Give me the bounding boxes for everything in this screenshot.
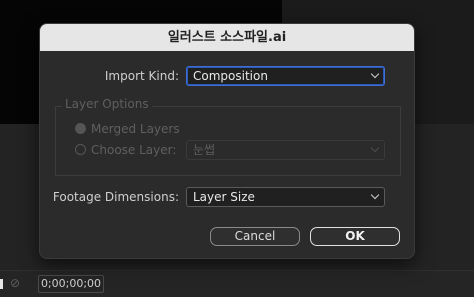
import-kind-dropdown[interactable]: Composition [186, 66, 385, 86]
import-dialog: 일러스트 소스파일.ai Import Kind: Composition La… [39, 23, 415, 259]
footage-dimensions-label: Footage Dimensions: [52, 190, 179, 204]
choose-layer-label: Choose Layer: [91, 143, 177, 157]
footage-dimensions-dropdown[interactable]: Layer Size [186, 187, 385, 207]
dialog-title: 일러스트 소스파일.ai [40, 24, 414, 51]
chevron-down-icon [370, 69, 380, 79]
timecode-display[interactable]: 0;00;00;00 [38, 275, 104, 293]
layer-options-legend: Layer Options [62, 97, 152, 111]
ok-button[interactable]: OK [310, 227, 400, 246]
chevron-down-icon [370, 190, 380, 200]
import-kind-label: Import Kind: [104, 69, 179, 83]
radio-unchecked-icon [75, 144, 86, 155]
cancel-button[interactable]: Cancel [210, 227, 300, 246]
choose-layer-dropdown[interactable]: 눈썹 [186, 140, 385, 160]
link-icon[interactable]: ⊘ [10, 276, 20, 290]
chevron-down-icon [370, 143, 380, 153]
choose-layer-value: 눈썹 [193, 143, 216, 157]
footage-dimensions-value: Layer Size [193, 190, 255, 204]
import-kind-value: Composition [193, 69, 268, 83]
radio-checked-icon [75, 123, 86, 134]
marker-icon[interactable] [0, 279, 3, 289]
merged-layers-label: Merged Layers [91, 122, 180, 136]
